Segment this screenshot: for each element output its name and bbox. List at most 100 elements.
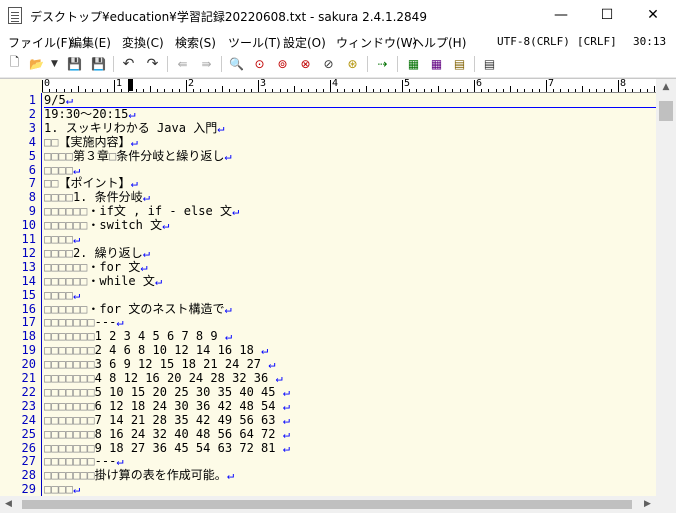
search-icon[interactable]: 🔍 (228, 55, 245, 72)
horizontal-scroll-thumb[interactable] (22, 500, 632, 509)
replace-icon[interactable]: ⊗ (297, 55, 314, 72)
open-folder-icon[interactable]: 📂 (28, 55, 45, 72)
text-line[interactable]: □□□□□□・switch 文↵ (44, 218, 169, 232)
type-settings-icon[interactable]: ▤ (451, 55, 468, 72)
notepad-icon[interactable] (8, 7, 22, 24)
line-number[interactable]: 14 (22, 274, 36, 288)
line-number[interactable]: 2 (29, 107, 36, 121)
text-line[interactable]: □□□□□□□---↵ (44, 315, 124, 329)
line-number[interactable]: 9 (29, 204, 36, 218)
new-file-icon[interactable]: 🗋 (6, 55, 23, 72)
line-number[interactable]: 17 (22, 315, 36, 329)
text-line[interactable]: □□□□□□・if文 , if - else 文↵ (44, 204, 239, 218)
text-line[interactable]: 1. スッキリわかる Java 入門↵ (44, 121, 224, 135)
line-number[interactable]: 11 (22, 232, 36, 246)
maximize-button[interactable]: ☐ (584, 0, 630, 31)
line-number[interactable]: 21 (22, 371, 36, 385)
text-line[interactable]: □□□□↵ (44, 288, 80, 302)
settings-icon[interactable]: ▦ (428, 55, 445, 72)
search-next-icon[interactable]: ⊚ (274, 55, 291, 72)
horizontal-scrollbar[interactable]: ◀ ▶ (0, 496, 656, 513)
text-line[interactable]: □□□□1. 条件分岐↵ (44, 190, 150, 204)
text-line[interactable]: □□□□□□□2 4 6 8 10 12 14 16 18 ↵ (44, 343, 268, 357)
text-line[interactable]: □□□□□□□3 6 9 12 15 18 21 24 27 ↵ (44, 357, 276, 371)
jump-back-icon[interactable]: ⇚ (174, 55, 191, 72)
text-line[interactable]: □□□□□□□7 14 21 28 35 42 49 56 63 ↵ (44, 413, 290, 427)
line-number[interactable]: 23 (22, 399, 36, 413)
line-number[interactable]: 6 (29, 163, 36, 177)
line-number[interactable]: 20 (22, 357, 36, 371)
save-icon[interactable]: 💾 (66, 55, 83, 72)
menu-file[interactable]: ファイル(F) (8, 34, 72, 51)
line-number[interactable]: 7 (29, 176, 36, 190)
line-number[interactable]: 1 (29, 93, 36, 107)
text-line[interactable]: □□□□↵ (44, 232, 80, 246)
menu-window[interactable]: ウィンドウ(W) (336, 34, 417, 51)
line-number[interactable]: 15 (22, 288, 36, 302)
editor-area[interactable]: 012345678 1 2 3 4 5 6 7 8 9 10 11 12 13 14 15 16 17 18 19 2… (0, 78, 676, 497)
line-number[interactable]: 16 (22, 302, 36, 316)
line-number[interactable]: 24 (22, 413, 36, 427)
menu-tools[interactable]: ツール(T) (228, 34, 281, 51)
text-line[interactable]: □□□□□□□5 10 15 20 25 30 35 40 45 ↵ (44, 385, 290, 399)
grep-icon[interactable]: ⊛ (344, 55, 361, 72)
line-number[interactable]: 4 (29, 135, 36, 149)
text-line[interactable]: □□□□□□□9 18 27 36 45 54 63 72 81 ↵ (44, 441, 290, 455)
menu-search[interactable]: 検索(S) (175, 34, 216, 51)
text-line[interactable]: 9/5↵ (44, 93, 73, 107)
scroll-left-icon[interactable]: ◀ (0, 496, 17, 513)
line-number[interactable]: 26 (22, 441, 36, 455)
text-line[interactable]: □□【ポイント】↵ (44, 176, 138, 190)
text-line[interactable]: □□□□□□・for 文のネスト構造で↵ (44, 302, 232, 316)
save-all-icon[interactable]: 💾 (90, 55, 107, 72)
redo-icon[interactable]: ↷ (144, 55, 161, 72)
text-line[interactable]: □□【実施内容】↵ (44, 135, 138, 149)
text-line[interactable]: □□□□□□□6 12 18 24 30 36 42 48 54 ↵ (44, 399, 290, 413)
text-line[interactable]: □□□□□□□8 16 24 32 40 48 56 64 72 ↵ (44, 427, 290, 441)
text-line[interactable]: □□□□第３章□条件分岐と繰り返し↵ (44, 149, 232, 163)
text-content[interactable]: 9/5↵ 19:30～20:15↵ 1. スッキリわかる Java 入門↵ □□【実施… (44, 93, 656, 497)
menu-help[interactable]: ヘルプ(H) (412, 34, 466, 51)
vertical-scrollbar[interactable]: ▲ (656, 79, 676, 497)
text-line[interactable]: □□□□□□□1 2 3 4 5 6 7 8 9 ↵ (44, 329, 232, 343)
text-line[interactable]: □□□□2. 繰り返し↵ (44, 246, 150, 260)
close-button[interactable]: ✕ (630, 0, 676, 31)
common-settings-icon[interactable]: ▤ (481, 55, 498, 72)
vertical-scroll-thumb[interactable] (659, 101, 673, 121)
text-line[interactable]: □□□□□□□4 8 12 16 20 24 28 32 36 ↵ (44, 371, 283, 385)
menu-edit[interactable]: 編集(E) (70, 34, 111, 51)
jump-forward-icon[interactable]: ⇛ (198, 55, 215, 72)
minimize-button[interactable]: — (538, 0, 584, 31)
line-number[interactable]: 28 (22, 468, 36, 482)
line-number[interactable]: 27 (22, 454, 36, 468)
text-line[interactable]: □□□□□□□---↵ (44, 454, 124, 468)
line-number[interactable]: 18 (22, 329, 36, 343)
line-number[interactable]: 10 (22, 218, 36, 232)
tag-jump-icon[interactable]: ⇢ (374, 55, 391, 72)
text-line[interactable]: □□□□↵ (44, 482, 80, 496)
undo-icon[interactable]: ↶ (120, 55, 137, 72)
outline-icon[interactable]: ▦ (405, 55, 422, 72)
title-bar: デスクトップ¥education¥学習記録20220608.txt - saku… (0, 0, 676, 31)
search-prev-icon[interactable]: ⊙ (251, 55, 268, 72)
line-number[interactable]: 22 (22, 385, 36, 399)
line-number[interactable]: 12 (22, 246, 36, 260)
text-line[interactable]: □□□□↵ (44, 163, 80, 177)
line-number[interactable]: 19 (22, 343, 36, 357)
text-line[interactable]: 19:30～20:15↵ (44, 107, 136, 121)
line-number[interactable]: 5 (29, 149, 36, 163)
text-line[interactable]: □□□□□□・for 文↵ (44, 260, 148, 274)
scroll-up-icon[interactable]: ▲ (656, 79, 676, 96)
menu-settings[interactable]: 設定(O) (283, 34, 326, 51)
line-number[interactable]: 25 (22, 427, 36, 441)
line-number[interactable]: 3 (29, 121, 36, 135)
text-line[interactable]: □□□□□□□掛け算の表を作成可能。↵ (44, 468, 234, 482)
menu-convert[interactable]: 変換(C) (122, 34, 164, 51)
search-clear-icon[interactable]: ⊘ (320, 55, 337, 72)
line-number[interactable]: 29 (22, 482, 36, 496)
line-number[interactable]: 13 (22, 260, 36, 274)
dropdown-icon[interactable]: ▼ (46, 55, 63, 72)
text-line[interactable]: □□□□□□・while 文↵ (44, 274, 162, 288)
line-number[interactable]: 8 (29, 190, 36, 204)
scroll-right-icon[interactable]: ▶ (639, 496, 656, 513)
